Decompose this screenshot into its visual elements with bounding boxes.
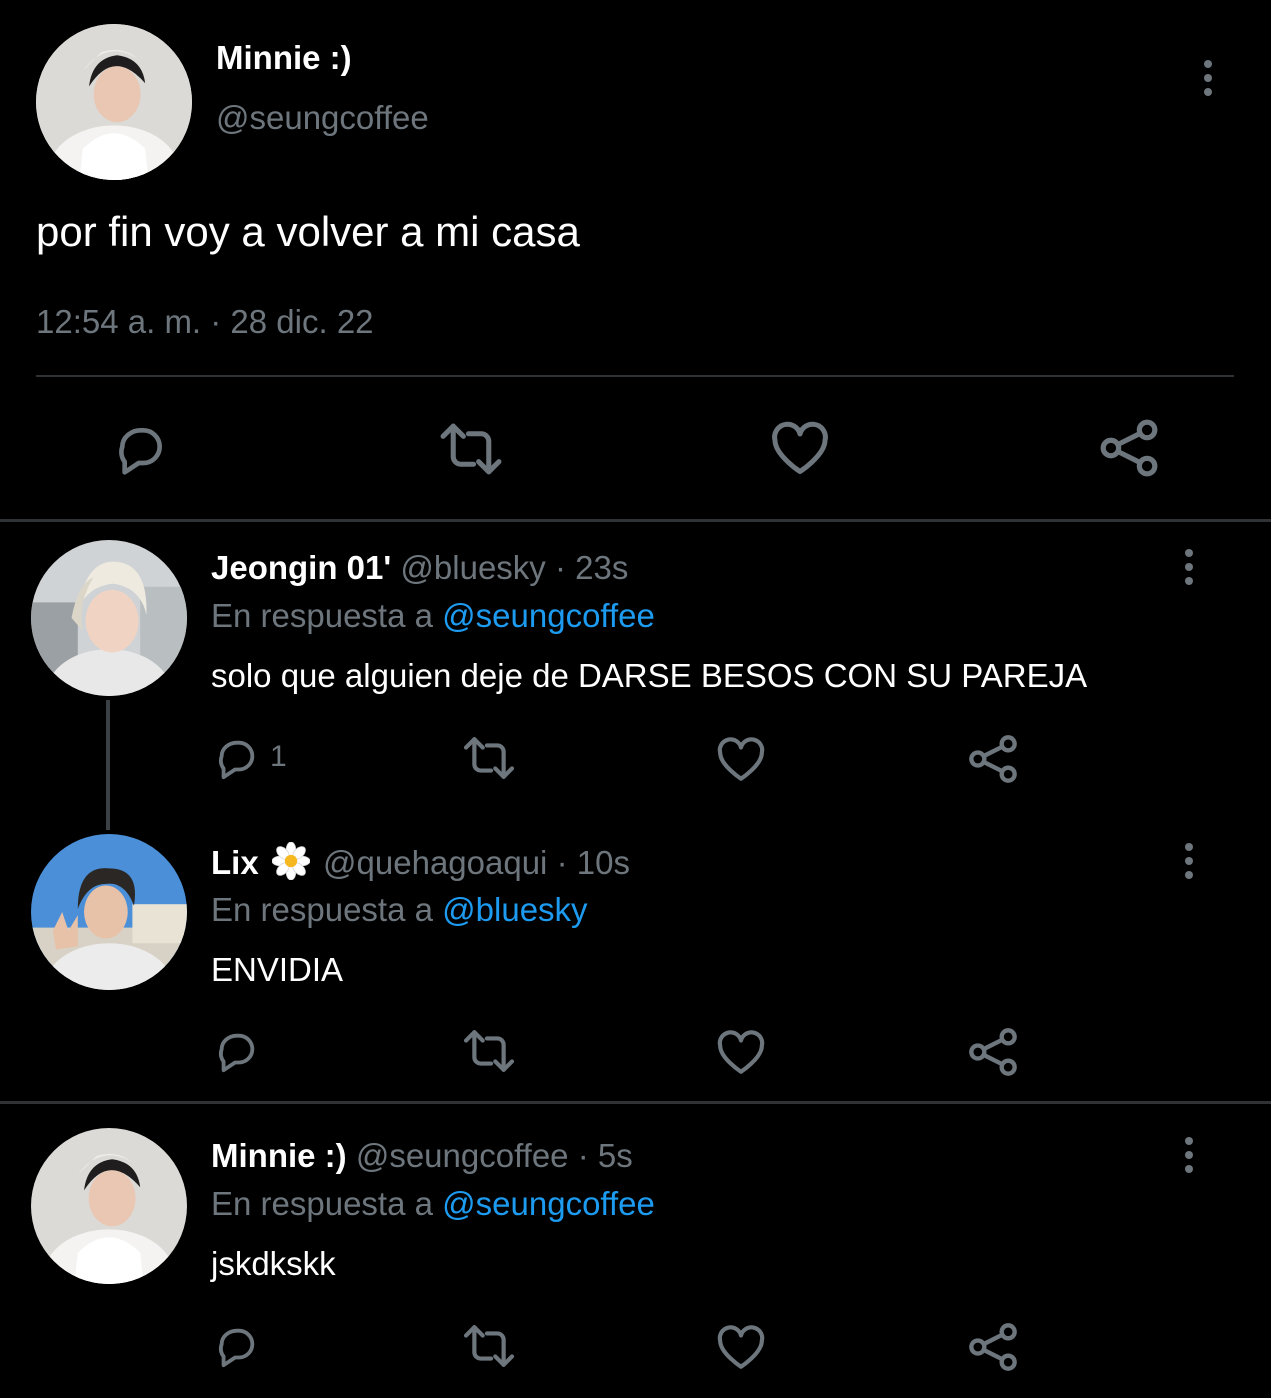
reply-count: 1	[270, 740, 287, 773]
more-vertical-icon[interactable]	[1198, 60, 1218, 96]
thread-line	[106, 700, 110, 830]
heart-icon[interactable]	[716, 737, 766, 783]
heart-icon[interactable]	[716, 1030, 766, 1076]
reply-to-link[interactable]: @bluesky	[442, 891, 587, 928]
share-icon[interactable]	[967, 1026, 1019, 1078]
reply-header: Jeongin 01' @bluesky · 23s	[211, 548, 628, 588]
handle[interactable]: @quehagoaqui	[323, 844, 547, 881]
retweet-icon[interactable]	[461, 1028, 517, 1074]
retweet-icon[interactable]	[461, 1323, 517, 1369]
tweet-age[interactable]: · 23s	[555, 549, 628, 586]
reply-header: Minnie :) @seungcoffee · 5s	[211, 1136, 633, 1176]
daisy-emoji-icon	[271, 841, 311, 889]
reply-context: En respuesta a @bluesky	[211, 890, 588, 930]
display-name[interactable]: Minnie :)	[216, 38, 352, 78]
comment-icon[interactable]	[213, 1028, 261, 1074]
share-icon[interactable]	[1098, 417, 1160, 479]
reply-prefix: En respuesta a	[211, 891, 433, 928]
tweet-text: jskdkskk	[211, 1245, 336, 1282]
more-vertical-icon[interactable]	[1179, 843, 1199, 879]
handle[interactable]: @bluesky	[400, 549, 545, 586]
avatar[interactable]	[31, 540, 187, 696]
tweet-text: solo que alguien deje de DARSE BESOS CON…	[211, 657, 1088, 694]
tweet-text: por fin voy a volver a mi casa	[36, 208, 580, 255]
divider	[0, 1101, 1271, 1104]
avatar[interactable]	[31, 1128, 187, 1284]
tweet-age[interactable]: · 5s	[578, 1137, 633, 1174]
comment-icon[interactable]	[213, 1323, 261, 1369]
display-name[interactable]: Minnie :)	[211, 1137, 347, 1174]
display-name[interactable]: Jeongin 01'	[211, 549, 391, 586]
reply-to-link[interactable]: @seungcoffee	[442, 1185, 655, 1222]
share-icon[interactable]	[967, 1321, 1019, 1373]
reply-context: En respuesta a @seungcoffee	[211, 1184, 655, 1224]
avatar[interactable]	[31, 834, 187, 990]
divider	[36, 375, 1234, 377]
retweet-icon[interactable]	[461, 735, 517, 781]
handle[interactable]: @seungcoffee	[356, 1137, 569, 1174]
reply-header: Lix @quehagoaqui · 10s	[211, 841, 630, 889]
retweet-icon[interactable]	[438, 421, 504, 477]
reply-to-link[interactable]: @seungcoffee	[442, 597, 655, 634]
more-vertical-icon[interactable]	[1179, 549, 1199, 585]
reply-context: En respuesta a @seungcoffee	[211, 596, 655, 636]
tweet-age[interactable]: · 10s	[557, 844, 630, 881]
tweet-text: ENVIDIA	[211, 951, 344, 988]
display-name[interactable]: Lix	[211, 844, 259, 881]
divider	[0, 519, 1271, 522]
handle[interactable]: @seungcoffee	[216, 98, 429, 138]
reply-prefix: En respuesta a	[211, 1185, 433, 1222]
avatar[interactable]	[36, 24, 192, 180]
reply-prefix: En respuesta a	[211, 597, 433, 634]
heart-icon[interactable]	[716, 1325, 766, 1371]
share-icon[interactable]	[967, 733, 1019, 785]
comment-icon[interactable]	[213, 735, 261, 781]
more-vertical-icon[interactable]	[1179, 1137, 1199, 1173]
heart-icon[interactable]	[770, 421, 830, 477]
comment-icon[interactable]	[112, 421, 170, 477]
timestamp[interactable]: 12:54 a. m. · 28 dic. 22	[36, 302, 374, 342]
